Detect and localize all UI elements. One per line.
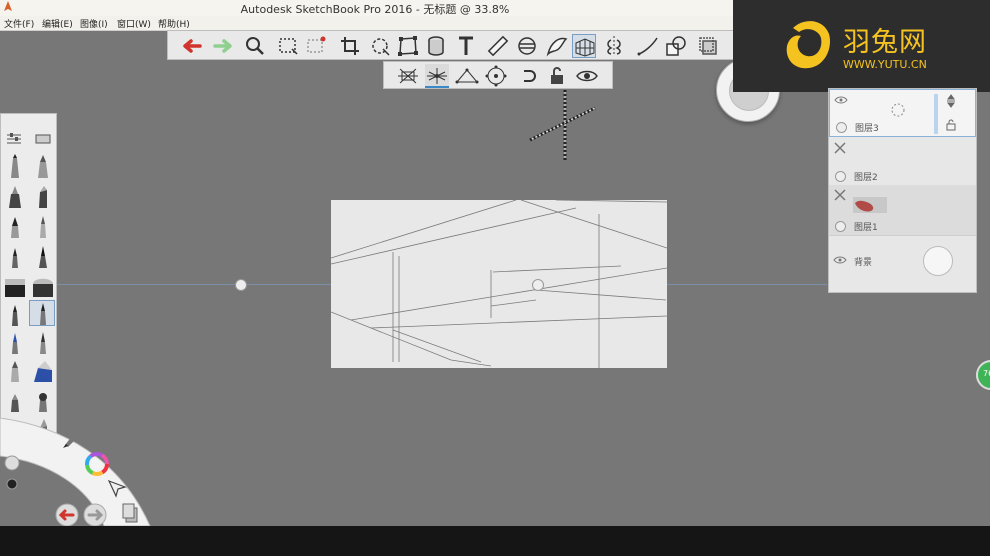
status-badge: 76 [976,360,990,390]
layer-name: 图层3 [855,124,879,134]
marker-brush-icon[interactable] [30,184,56,210]
brush-tool-icon[interactable] [60,425,86,451]
menu-image[interactable]: 图像(I) [80,17,108,30]
blue-pen-brush-icon[interactable] [2,330,28,356]
layer-lock-icon[interactable] [944,118,958,132]
lock-icon[interactable] [545,64,569,88]
layers-panel: 图层3 图层2 图层1 背景 [828,88,977,293]
blue-marker-brush-icon[interactable] [30,358,56,384]
vanishing-point-handle[interactable] [235,279,247,291]
layer-row-2[interactable]: 图层2 [829,137,976,185]
color-wheel-icon[interactable] [85,452,109,476]
canvas-sketch [330,199,668,368]
window-title: Autodesk SketchBook Pro 2016 - 无标题 @ 33.… [240,3,510,16]
layer-radio[interactable] [835,171,846,182]
ellipse-icon[interactable] [515,34,539,58]
perspective-icon[interactable] [572,34,596,58]
zoom-icon[interactable] [243,34,267,58]
menu-file[interactable]: 文件(F) [4,17,34,30]
paintbrush-brush-icon[interactable] [2,214,28,240]
distort-icon[interactable] [396,34,420,58]
drawing-canvas[interactable] [330,199,668,368]
menu-edit[interactable]: 编辑(E) [42,17,73,30]
copy-paste-icon[interactable] [120,502,140,524]
layer-thumbnail [891,103,905,117]
select-tool-icon[interactable] [106,478,128,498]
two-point-perspective-icon[interactable] [425,64,449,88]
layer-thumbnail [853,197,887,213]
main-toolbar [167,30,767,60]
center-point-handle[interactable] [532,279,544,291]
visibility-icon[interactable] [575,64,599,88]
eye-icon[interactable] [834,94,848,106]
three-point-perspective-icon[interactable] [455,64,479,88]
fine-liner-brush-icon[interactable] [30,330,56,356]
watermark: 羽兔网 WWW.YUTU.CN [733,0,990,92]
layer-row-background[interactable]: 背景 [829,235,976,286]
chisel-brush-icon[interactable] [30,214,56,240]
eye-icon[interactable] [833,254,847,266]
watermark-brand: 羽兔网 [843,27,927,58]
background-color-swatch[interactable] [923,246,953,276]
symmetry-icon[interactable] [602,34,626,58]
blender-brush-icon[interactable] [30,388,56,414]
rect-select-icon[interactable] [276,34,300,58]
bottom-bar [0,526,990,556]
lasso-select-icon[interactable] [304,34,328,58]
watermark-url: WWW.YUTU.CN [843,58,927,71]
layer-radio[interactable] [835,221,846,232]
hard-pencil-brush-icon[interactable] [2,302,28,328]
layer-name: 图层2 [854,173,878,183]
transform-icon[interactable] [368,34,392,58]
ruler-icon[interactable] [486,34,510,58]
status-badge-text: 76 [983,369,990,378]
eraser-brush-icon[interactable] [2,274,28,300]
crop-icon[interactable] [338,34,362,58]
shape-icon[interactable] [664,34,688,58]
copy-icon[interactable] [696,34,720,58]
ink-pen-brush-icon[interactable] [2,244,28,270]
perspective-guide-widget[interactable] [525,90,600,162]
move-layer-icon[interactable] [944,94,958,108]
airbrush-brush-icon[interactable] [2,184,28,210]
layer-row-1[interactable]: 图层1 [829,185,976,235]
soft-eraser-brush-icon[interactable] [30,274,56,300]
brush-library-icon[interactable] [34,132,52,146]
stroke-icon[interactable] [636,34,660,58]
layer-scrollbar[interactable] [934,94,938,134]
brush-settings-icon[interactable] [5,132,23,146]
menu-help[interactable]: 帮助(H) [158,17,190,30]
fisheye-perspective-icon[interactable] [484,64,508,88]
perspective-toolbar [383,61,613,89]
layer-name: 背景 [854,258,873,268]
undo-icon[interactable] [180,34,204,58]
layer-radio[interactable] [836,122,847,133]
menu-window[interactable]: 窗口(W) [117,17,151,30]
smudge-brush-icon[interactable] [2,388,28,414]
technical-pen-brush-icon[interactable] [29,300,55,326]
felt-tip-brush-icon[interactable] [2,358,28,384]
ballpoint-brush-icon[interactable] [30,154,56,180]
layer-name: 图层1 [854,223,878,233]
french-curve-icon[interactable] [545,34,569,58]
pencil-brush-icon[interactable] [2,154,28,180]
rabbit-logo-icon [786,21,831,69]
redo-icon[interactable] [211,34,235,58]
hidden-eye-icon[interactable] [833,189,847,201]
hidden-eye-icon[interactable] [833,142,847,154]
cylinder-icon[interactable] [424,34,448,58]
layer-row-3[interactable]: 图层3 [829,89,976,137]
calligraphy-brush-icon[interactable] [30,244,56,270]
one-point-perspective-icon[interactable] [396,64,420,88]
snap-icon[interactable] [516,64,540,88]
text-icon[interactable] [454,34,478,58]
brush-palette [0,113,57,449]
